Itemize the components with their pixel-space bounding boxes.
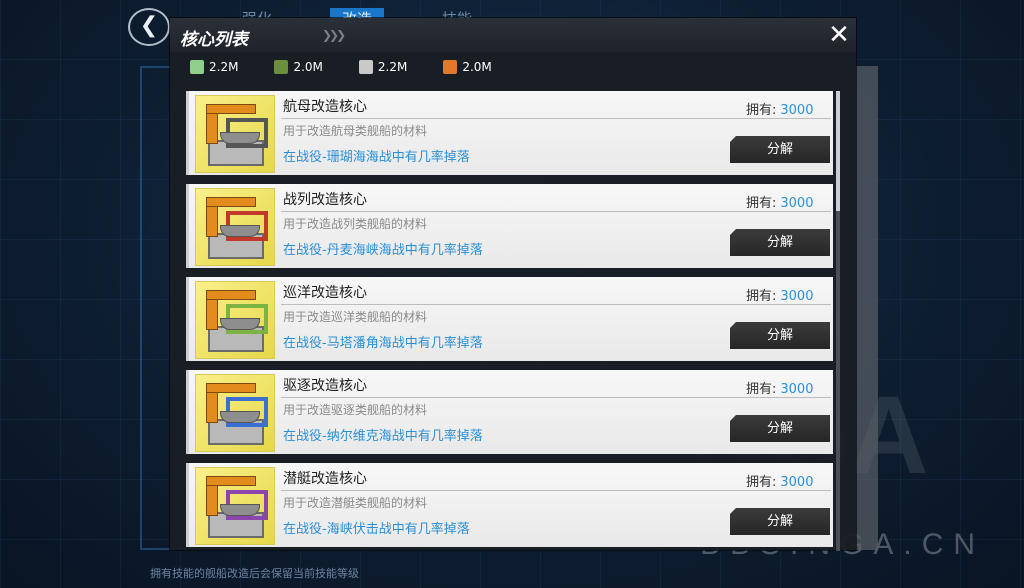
destroyer-core-icon <box>195 374 275 452</box>
decompose-button[interactable]: 分解 <box>730 415 830 442</box>
owned-count: 拥有: 3000 <box>746 99 813 118</box>
modal-side-shadow <box>856 66 878 550</box>
resource-fuel: 2.2M <box>190 60 238 74</box>
core-name: 潜艇改造核心 <box>283 471 367 487</box>
core-name: 战列改造核心 <box>283 192 367 208</box>
ammo-icon <box>274 60 289 74</box>
core-source-link[interactable]: 在战役-丹麦海峡海战中有几率掉落 <box>283 239 483 258</box>
resource-steel: 2.2M <box>358 60 408 74</box>
core-description: 用于改造巡洋类舰船的材料 <box>283 310 428 324</box>
core-card-battleship: 战列改造核心 用于改造战列类舰船的材料 在战役-丹麦海峡海战中有几率掉落 拥有:… <box>186 184 833 268</box>
divider <box>281 490 831 491</box>
core-description: 用于改造战列类舰船的材料 <box>283 217 428 231</box>
core-name: 驱逐改造核心 <box>283 378 367 394</box>
owned-count: 拥有: 3000 <box>746 471 813 490</box>
core-name: 航母改造核心 <box>283 99 367 115</box>
fuel-icon <box>190 60 204 74</box>
back-button[interactable]: ❮ <box>128 8 170 46</box>
resource-aluminum: 2.0M <box>443 60 492 74</box>
core-description: 用于改造驱逐类舰船的材料 <box>283 403 428 417</box>
cruiser-core-icon <box>195 281 275 359</box>
core-card-destroyer: 驱逐改造核心 用于改造驱逐类舰船的材料 在战役-纳尔维克海战中有几率掉落 拥有:… <box>186 370 833 454</box>
resource-value: 2.2M <box>377 60 408 74</box>
resource-ammo: 2.0M <box>274 60 323 74</box>
chevrons-icon: ❯❯❯ <box>322 28 346 42</box>
decompose-button[interactable]: 分解 <box>730 508 830 535</box>
decompose-button[interactable]: 分解 <box>730 229 830 256</box>
core-list: 航母改造核心 用于改造航母类舰船的材料 在战役-珊瑚海海战中有几率掉落 拥有: 3… <box>186 91 836 556</box>
owned-value: 3000 <box>780 475 814 490</box>
scrollbar-thumb[interactable] <box>836 91 840 211</box>
list-scrollbar[interactable] <box>836 91 840 551</box>
resource-value: 2.0M <box>293 60 323 74</box>
resource-bar: 2.2M 2.0M 2.2M 2.0M <box>190 60 492 74</box>
owned-value: 3000 <box>780 382 814 397</box>
core-card-submarine: 潜艇改造核心 用于改造潜艇类舰船的材料 在战役-海峡伏击战中有几率掉落 拥有: 3… <box>186 463 833 547</box>
owned-count: 拥有: 3000 <box>746 192 813 211</box>
owned-count: 拥有: 3000 <box>746 378 813 397</box>
core-card-carrier: 航母改造核心 用于改造航母类舰船的材料 在战役-珊瑚海海战中有几率掉落 拥有: 3… <box>186 91 833 175</box>
core-name: 巡洋改造核心 <box>283 285 367 301</box>
submarine-core-icon <box>195 467 275 545</box>
divider <box>281 304 831 305</box>
core-card-cruiser: 巡洋改造核心 用于改造巡洋类舰船的材料 在战役-马塔潘角海战中有几率掉落 拥有:… <box>186 277 833 361</box>
owned-count: 拥有: 3000 <box>746 285 813 304</box>
modal-title: 核心列表 <box>180 30 248 50</box>
bottom-hint: 拥有技能的舰船改造后会保留当前技能等级 <box>150 567 359 580</box>
battleship-core-icon <box>195 188 275 266</box>
owned-label: 拥有: <box>746 289 777 304</box>
core-source-link[interactable]: 在战役-纳尔维克海战中有几率掉落 <box>283 425 483 444</box>
steel-icon <box>358 60 373 74</box>
core-source-link[interactable]: 在战役-海峡伏击战中有几率掉落 <box>283 518 470 537</box>
close-button[interactable]: ✕ <box>826 22 852 48</box>
resource-value: 2.2M <box>209 60 239 74</box>
decompose-button[interactable]: 分解 <box>730 322 830 349</box>
modal-header: 核心列表 ❯❯❯ ✕ <box>170 18 856 52</box>
core-list-modal: 核心列表 ❯❯❯ ✕ 2.2M 2.0M 2.2M 2.0M 航母改造核心 用于… <box>170 18 856 551</box>
core-source-link[interactable]: 在战役-珊瑚海海战中有几率掉落 <box>283 146 470 165</box>
divider <box>281 118 831 119</box>
owned-value: 3000 <box>780 196 814 211</box>
aluminum-icon <box>443 60 458 74</box>
core-description: 用于改造航母类舰船的材料 <box>283 124 428 138</box>
core-source-link[interactable]: 在战役-马塔潘角海战中有几率掉落 <box>283 332 483 351</box>
owned-label: 拥有: <box>746 475 777 490</box>
carrier-core-icon <box>195 95 275 173</box>
core-description: 用于改造潜艇类舰船的材料 <box>283 496 428 510</box>
divider <box>281 397 831 398</box>
owned-value: 3000 <box>780 289 814 304</box>
resource-value: 2.0M <box>462 60 492 74</box>
decompose-button[interactable]: 分解 <box>730 136 830 163</box>
owned-value: 3000 <box>780 103 814 118</box>
owned-label: 拥有: <box>746 103 777 118</box>
divider <box>281 211 831 212</box>
owned-label: 拥有: <box>746 196 777 211</box>
owned-label: 拥有: <box>746 382 777 397</box>
